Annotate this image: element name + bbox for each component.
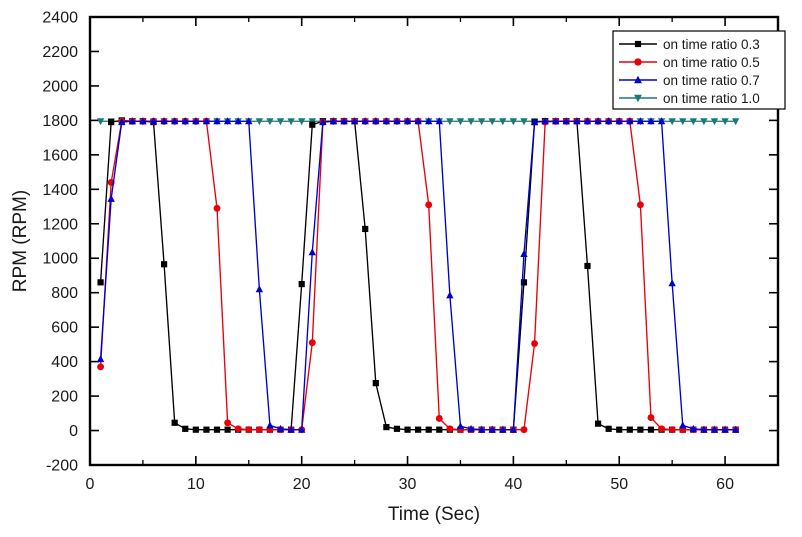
y-tick-label: 1800 — [42, 113, 78, 130]
y-tick-label: 800 — [51, 285, 78, 302]
data-point-marker — [234, 425, 242, 433]
data-point-marker — [308, 248, 316, 256]
data-point-marker — [668, 279, 676, 287]
data-point-marker — [97, 363, 105, 371]
rpm-vs-time-chart: -200 0 200 400 600 800 1000 1200 1400 1600 1800 200… — [0, 0, 802, 537]
data-point-marker — [531, 340, 539, 347]
data-point-marker — [658, 425, 666, 433]
data-point-marker — [425, 201, 433, 209]
data-point-marker — [425, 426, 432, 433]
x-tick-label: 40 — [504, 476, 522, 493]
series-on-time-ratio-0-5 — [97, 117, 740, 434]
data-point-marker — [605, 425, 612, 432]
data-point-marker — [255, 426, 263, 434]
data-point-marker — [415, 426, 422, 433]
y-tick-label: 200 — [51, 389, 78, 406]
y-tick-label: 1600 — [42, 147, 78, 164]
x-tick-label: 60 — [716, 476, 734, 493]
data-point-marker — [171, 419, 178, 426]
data-point-marker — [245, 426, 253, 434]
series-on-time-ratio-0-7 — [96, 117, 740, 433]
data-point-marker — [584, 262, 591, 270]
data-point-marker — [372, 380, 379, 387]
series-on-time-ratio-0-3 — [97, 117, 739, 433]
data-point-marker — [435, 415, 443, 422]
legend-label: on time ratio 0.5 — [663, 55, 760, 70]
data-point-marker — [309, 121, 316, 128]
x-tick-label: 10 — [187, 476, 205, 493]
y-tick-label: 1200 — [42, 216, 78, 233]
y-tick-label: 2200 — [42, 44, 78, 61]
x-tick-label: 20 — [293, 476, 311, 493]
legend: on time ratio 0.3 on time ratio 0.5 on tim… — [612, 30, 786, 110]
data-point-marker — [404, 426, 411, 433]
data-point-marker — [182, 425, 189, 432]
data-point-marker — [97, 279, 104, 286]
x-axis-title: Time (Sec) — [388, 504, 480, 525]
data-point-marker — [456, 422, 465, 430]
data-point-marker — [107, 194, 115, 202]
x-tick-label: 30 — [399, 476, 417, 493]
data-point-marker — [637, 426, 644, 433]
data-point-marker — [634, 58, 642, 66]
data-point-marker — [160, 261, 168, 268]
data-point-marker — [383, 423, 390, 431]
data-point-marker — [255, 285, 264, 293]
y-tick-label: 400 — [51, 354, 78, 371]
y-tick-label: 2000 — [42, 78, 78, 95]
data-point-marker — [393, 425, 401, 432]
data-point-marker — [308, 339, 316, 347]
data-point-marker — [213, 426, 221, 433]
data-point-marker — [636, 201, 644, 209]
data-point-marker — [634, 40, 642, 48]
data-point-marker — [266, 421, 274, 429]
series-line — [99, 119, 736, 431]
legend-label: on time ratio 0.7 — [663, 73, 760, 88]
data-point-marker — [520, 426, 528, 434]
data-point-marker — [668, 426, 676, 434]
y-tick-label: 600 — [51, 320, 78, 337]
y-tick-label: -200 — [46, 458, 78, 475]
y-tick-label: 2400 — [42, 10, 78, 27]
data-point-marker — [616, 426, 623, 433]
data-point-marker — [108, 119, 115, 126]
data-point-marker — [647, 414, 655, 422]
data-point-marker — [224, 419, 232, 427]
data-point-marker — [192, 426, 199, 433]
legend-label: on time ratio 1.0 — [663, 91, 760, 106]
series-line — [99, 120, 736, 431]
data-point-marker — [446, 291, 454, 299]
data-point-marker — [594, 420, 602, 427]
y-axis-title: RPM (RPM) — [10, 190, 31, 292]
legend-label: on time ratio 0.3 — [663, 37, 760, 52]
x-tick-label: 0 — [86, 476, 95, 493]
data-point-marker — [96, 355, 105, 363]
plot-canvas: -200020040060080010001200140016001800200… — [10, 10, 786, 525]
y-tick-label: 1400 — [42, 182, 78, 199]
data-point-marker — [213, 204, 221, 212]
x-tick-label: 50 — [610, 476, 628, 493]
series-line — [99, 120, 736, 431]
data-point-marker — [203, 426, 210, 433]
data-point-marker — [679, 421, 687, 429]
data-point-marker — [298, 280, 305, 288]
y-tick-label: 1000 — [42, 251, 78, 268]
data-point-marker — [436, 426, 443, 433]
data-point-marker — [647, 426, 655, 433]
data-point-marker — [446, 425, 454, 433]
data-point-marker — [362, 225, 369, 233]
data-point-marker — [626, 426, 633, 433]
y-tick-label: 0 — [69, 423, 78, 440]
data-point-marker — [224, 426, 231, 433]
